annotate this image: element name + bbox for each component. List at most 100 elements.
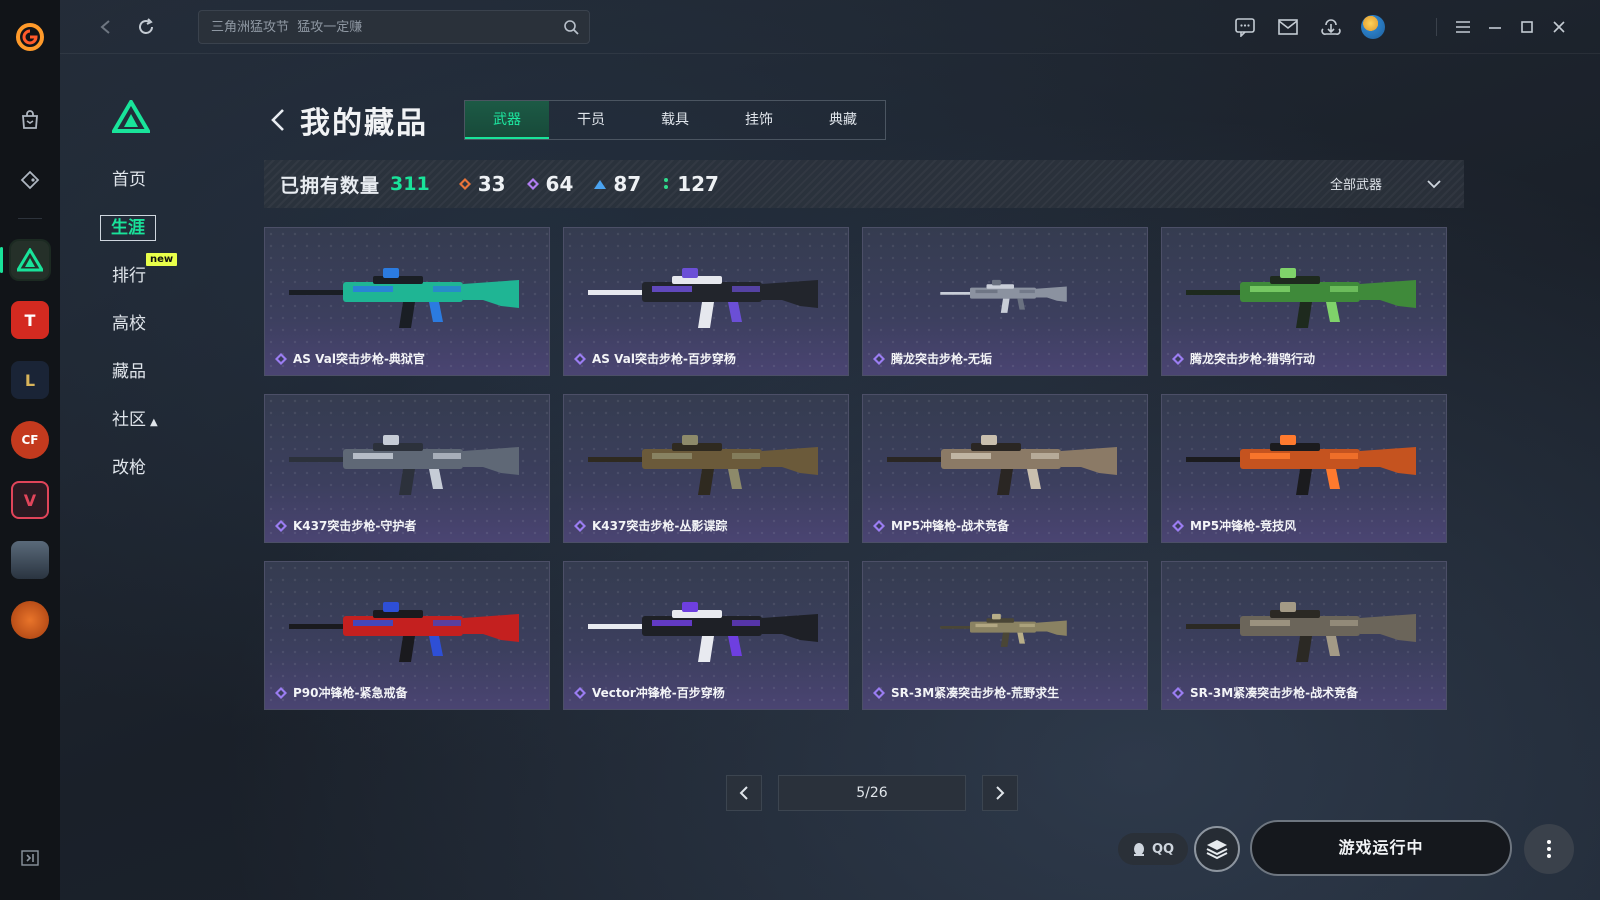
weapon-skin-image: [289, 602, 519, 662]
minimize-icon[interactable]: [1484, 14, 1506, 40]
menu-icon[interactable]: [1452, 14, 1474, 40]
qq-penguin-icon: [1133, 843, 1144, 856]
collection-item-card[interactable]: AS Val突击步枪-百步穿杨: [563, 227, 849, 376]
item-name: K437突击步枪-守护者: [293, 519, 417, 533]
collection-item-card[interactable]: MP5冲锋枪-战术竞备: [862, 394, 1148, 543]
more-options-button[interactable]: [1524, 824, 1574, 874]
tab-vehicles[interactable]: 载具: [633, 101, 717, 139]
rail-game-label: V: [23, 490, 37, 510]
rail-game-delta-force[interactable]: [0, 241, 49, 279]
sidebar-item-home[interactable]: 首页: [110, 156, 230, 204]
item-name: MP5冲锋枪-战术竞备: [891, 519, 1010, 533]
app-logo-icon[interactable]: [15, 22, 45, 52]
tab-archive[interactable]: 典藏: [801, 101, 885, 139]
search-icon[interactable]: [563, 19, 579, 39]
green-dots-icon: [664, 178, 669, 189]
collection-item-card[interactable]: SR-3M紧凑突击步枪-战术竞备: [1161, 561, 1447, 710]
purple-rarity-icon: [873, 352, 885, 365]
collection-item-card[interactable]: Vector冲锋枪-百步穿杨: [563, 561, 849, 710]
game-library-icon[interactable]: [10, 160, 50, 200]
pagination: 5/26: [726, 775, 1018, 811]
sidebar-item-collection[interactable]: 藏品: [110, 348, 230, 396]
mail-icon[interactable]: [1275, 14, 1301, 40]
item-name: K437突击步枪-丛影谍踪: [592, 519, 728, 533]
collection-tabs: 武器 干员 载具 挂饰 典藏: [464, 100, 886, 140]
game-running-button[interactable]: 游戏运行中: [1250, 820, 1512, 876]
maximize-icon[interactable]: [1516, 14, 1538, 40]
user-avatar[interactable]: [1360, 14, 1386, 40]
launcher-rail: T L CF V: [0, 0, 60, 900]
rail-game-lol[interactable]: L: [11, 361, 49, 399]
sidebar-item-label: 高校: [112, 314, 146, 334]
purple-rarity-icon: [1172, 519, 1184, 532]
collection-item-card[interactable]: 腾龙突击步枪-无垢: [862, 227, 1148, 376]
collection-item-card[interactable]: K437突击步枪-守护者: [264, 394, 550, 543]
item-name: MP5冲锋枪-竞技风: [1190, 519, 1297, 533]
collection-item-card[interactable]: AS Val突击步枪-典狱官: [264, 227, 550, 376]
avatar[interactable]: [1361, 15, 1385, 39]
purple-rarity-icon: [1172, 686, 1184, 699]
store-bag-icon[interactable]: [10, 100, 50, 140]
weapon-skin-image: [588, 435, 818, 495]
collection-item-card[interactable]: SR-3M紧凑突击步枪-荒野求生: [862, 561, 1148, 710]
top-bar: [60, 0, 1600, 54]
rail-game-cf-mobile[interactable]: T: [11, 301, 49, 339]
rail-game-crossfire[interactable]: CF: [11, 421, 49, 459]
purple-rarity-icon: [275, 519, 287, 532]
item-name: AS Val突击步枪-百步穿杨: [592, 352, 736, 366]
weapon-skin-image: [940, 279, 1067, 313]
search-input[interactable]: [211, 19, 551, 35]
item-name: P90冲锋枪-紧急戒备: [293, 686, 408, 700]
sidebar-item-college[interactable]: 高校: [110, 300, 230, 348]
purple-rarity-icon: [574, 519, 586, 532]
rail-game-label: L: [24, 370, 36, 390]
tab-operators[interactable]: 干员: [549, 101, 633, 139]
weapon-skin-image: [289, 268, 519, 328]
next-page-button[interactable]: [982, 775, 1018, 811]
chat-icon[interactable]: [1232, 14, 1258, 40]
tier-count: 64: [545, 172, 574, 196]
collection-item-card[interactable]: 腾龙突击步枪-猎鸮行动: [1161, 227, 1447, 376]
chevron-up-icon: ▲: [150, 417, 158, 428]
qq-login-button[interactable]: QQ: [1118, 833, 1188, 865]
collapse-rail-icon[interactable]: [20, 848, 40, 872]
tier-stat-purple: 64: [526, 172, 574, 196]
delta-force-logo-icon: [110, 98, 152, 136]
search-bar[interactable]: [198, 10, 590, 44]
purple-rarity-icon: [1172, 352, 1184, 365]
purple-rarity-icon: [275, 686, 287, 699]
item-name: SR-3M紧凑突击步枪-荒野求生: [891, 686, 1060, 700]
prev-page-button[interactable]: [726, 775, 762, 811]
back-arrow-icon[interactable]: [268, 107, 290, 133]
item-caption: AS Val突击步枪-百步穿杨: [574, 350, 736, 367]
weapon-filter-dropdown[interactable]: 全部武器: [1330, 174, 1442, 193]
rail-game-valorant[interactable]: V: [11, 481, 49, 519]
download-icon[interactable]: [1318, 14, 1344, 40]
item-caption: SR-3M紧凑突击步枪-战术竞备: [1172, 684, 1358, 701]
sidebar-item-community[interactable]: 社区 ▲: [110, 396, 230, 444]
weapon-skin-image: [887, 435, 1117, 495]
item-name: 腾龙突击步枪-猎鸮行动: [1190, 352, 1315, 366]
tab-weapons[interactable]: 武器: [465, 101, 549, 139]
collection-item-card[interactable]: P90冲锋枪-紧急戒备: [264, 561, 550, 710]
rail-game-pubg[interactable]: [11, 541, 49, 579]
refresh-icon[interactable]: [134, 15, 158, 39]
collection-item-card[interactable]: MP5冲锋枪-竞技风: [1161, 394, 1447, 543]
sidebar-item-ranking[interactable]: 排行 new: [110, 252, 230, 300]
chevron-down-icon: [1427, 179, 1441, 188]
item-caption: 腾龙突击步枪-无垢: [873, 350, 992, 367]
purple-rarity-icon: [873, 686, 885, 699]
weapon-skin-image: [1186, 602, 1416, 662]
qq-label: QQ: [1151, 841, 1175, 857]
back-nav-icon[interactable]: [94, 15, 118, 39]
layers-button[interactable]: [1194, 826, 1240, 872]
item-caption: 腾龙突击步枪-猎鸮行动: [1172, 350, 1315, 367]
rail-game-basketball[interactable]: [11, 601, 49, 639]
sidebar-item-career[interactable]: 生涯: [100, 204, 230, 252]
close-icon[interactable]: [1548, 14, 1570, 40]
sidebar-item-gunsmith[interactable]: 改枪: [110, 444, 230, 492]
weapon-skin-image: [588, 602, 818, 662]
tier-count: 127: [677, 172, 719, 196]
tab-charms[interactable]: 挂饰: [717, 101, 801, 139]
collection-item-card[interactable]: K437突击步枪-丛影谍踪: [563, 394, 849, 543]
